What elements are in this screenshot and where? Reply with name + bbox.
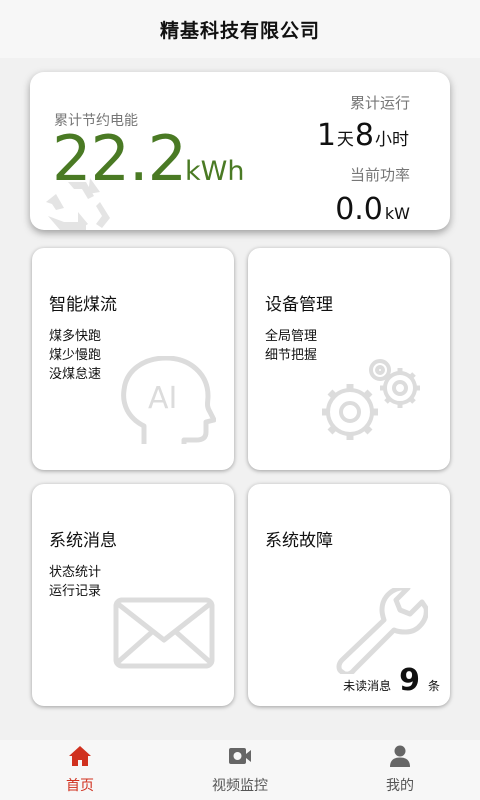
tile-line: 煤多快跑: [49, 329, 102, 344]
tile-system-faults[interactable]: 系统故障 未读消息 9 条: [248, 484, 450, 706]
tab-video-monitoring[interactable]: 视频监控: [160, 740, 320, 800]
unread-messages: 未读消息 9 条: [343, 663, 440, 698]
tile-title: 系统故障: [265, 531, 333, 551]
runtime-label: 累计运行: [349, 94, 410, 112]
power-label: 当前功率: [349, 166, 410, 184]
tile-device-management[interactable]: 设备管理 全局管理 细节把握: [248, 248, 450, 470]
wrench-icon: [336, 588, 428, 674]
power-value: 0.0 kW: [335, 192, 410, 227]
runtime-days: 1: [316, 118, 336, 153]
unread-label: 未读消息: [343, 679, 392, 693]
tile-title: 智能煤流: [49, 295, 117, 315]
tile-line: 煤少慢跑: [49, 348, 102, 363]
tab-label: 视频监控: [212, 778, 268, 794]
user-icon: [390, 745, 410, 767]
tile-smart-coal-flow[interactable]: 智能煤流 煤多快跑 煤少慢跑 没煤怠速 AI: [32, 248, 234, 470]
tile-description: 煤多快跑 煤少慢跑 没煤怠速: [49, 327, 101, 384]
runtime-days-unit: 天: [336, 130, 354, 150]
runtime-value: 1 天 8 小时: [317, 118, 410, 153]
svg-text:AI: AI: [148, 381, 177, 416]
tile-line: 全局管理: [265, 329, 318, 344]
tile-line: 没煤怠速: [49, 367, 102, 382]
tile-line: 状态统计: [49, 565, 102, 580]
energy-saved-unit: kWh: [185, 156, 245, 187]
tab-label: 首页: [66, 778, 94, 794]
ai-head-icon: AI: [121, 356, 216, 444]
home-icon: [69, 746, 91, 766]
runtime-hours: 8: [354, 118, 374, 153]
gears-icon: [322, 359, 420, 440]
tile-description: 状态统计 运行记录: [49, 563, 101, 601]
tile-line: 运行记录: [49, 584, 102, 599]
tile-line: 细节把握: [265, 348, 318, 363]
camera-icon: [229, 748, 251, 764]
tile-title: 设备管理: [265, 295, 333, 315]
power-number: 0.0: [335, 192, 383, 227]
unread-unit: 条: [427, 679, 440, 693]
energy-saved-value: 22.2: [52, 122, 187, 195]
energy-summary-card: 累计节约电能 22.2 kWh 累计运行 1 天 8 小时 当前功率 0.0 k…: [30, 72, 450, 230]
tile-description: 全局管理 细节把握: [265, 327, 317, 365]
tab-home[interactable]: 首页: [0, 740, 160, 800]
tile-title: 系统消息: [49, 531, 117, 551]
app-header: 精基科技有限公司: [0, 0, 480, 58]
bottom-tab-bar: 首页 视频监控 我的: [0, 740, 480, 800]
runtime-hours-unit: 小时: [375, 130, 409, 150]
envelope-icon: [113, 597, 215, 669]
power-unit: kW: [384, 204, 410, 223]
tab-mine[interactable]: 我的: [320, 740, 480, 800]
company-title: 精基科技有限公司: [159, 19, 320, 42]
tab-label: 我的: [386, 778, 414, 794]
unread-count: 9: [399, 663, 420, 698]
tile-system-messages[interactable]: 系统消息 状态统计 运行记录: [32, 484, 234, 706]
